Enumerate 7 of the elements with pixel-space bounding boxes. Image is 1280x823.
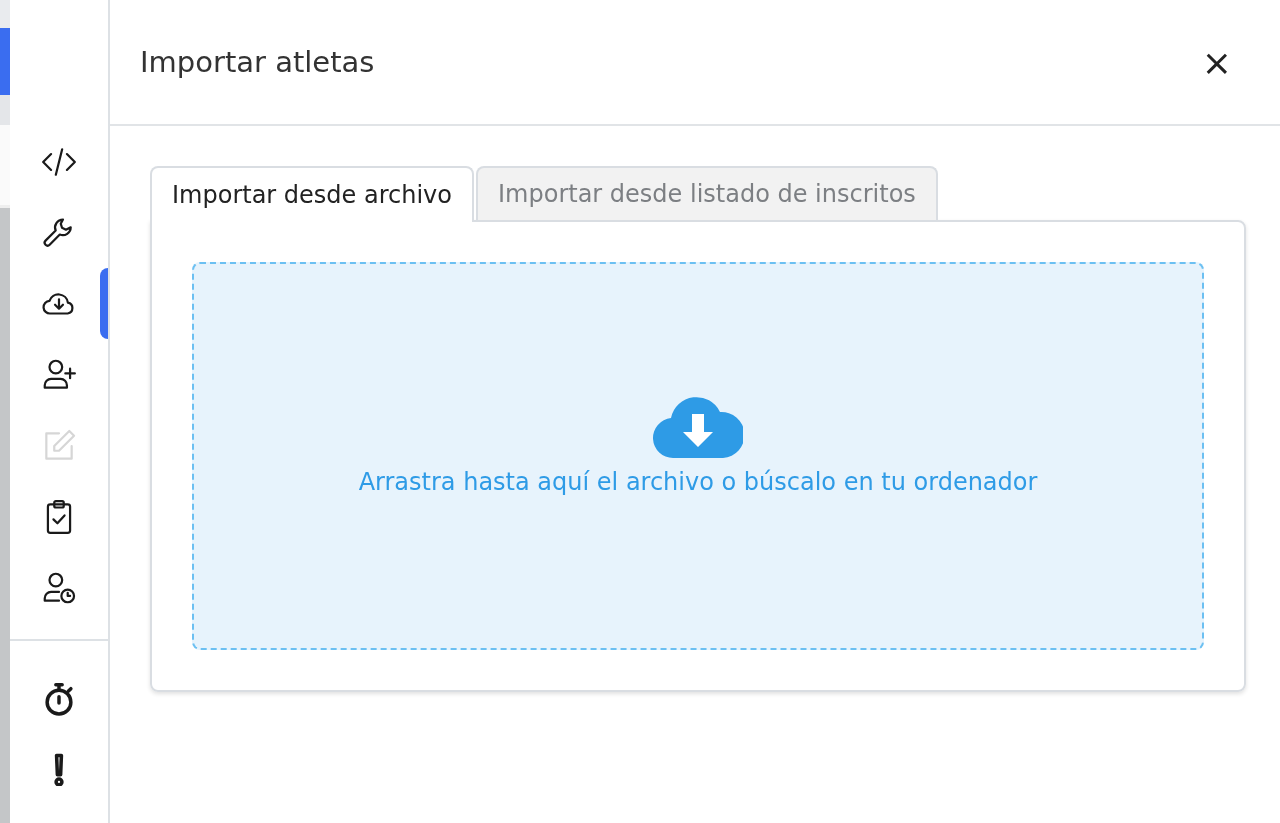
dropzone-text: Arrastra hasta aquí el archivo o búscalo en tu ordenador bbox=[358, 468, 1038, 496]
tab[interactable]: Importar desde listado de inscritos bbox=[476, 166, 938, 220]
dialog-title: Importar atletas bbox=[140, 45, 375, 79]
tab[interactable]: Importar desde archivo bbox=[150, 166, 474, 222]
cloud-download-icon bbox=[653, 396, 743, 458]
close-button[interactable]: × bbox=[1193, 41, 1240, 83]
selection-indicator bbox=[100, 268, 108, 339]
